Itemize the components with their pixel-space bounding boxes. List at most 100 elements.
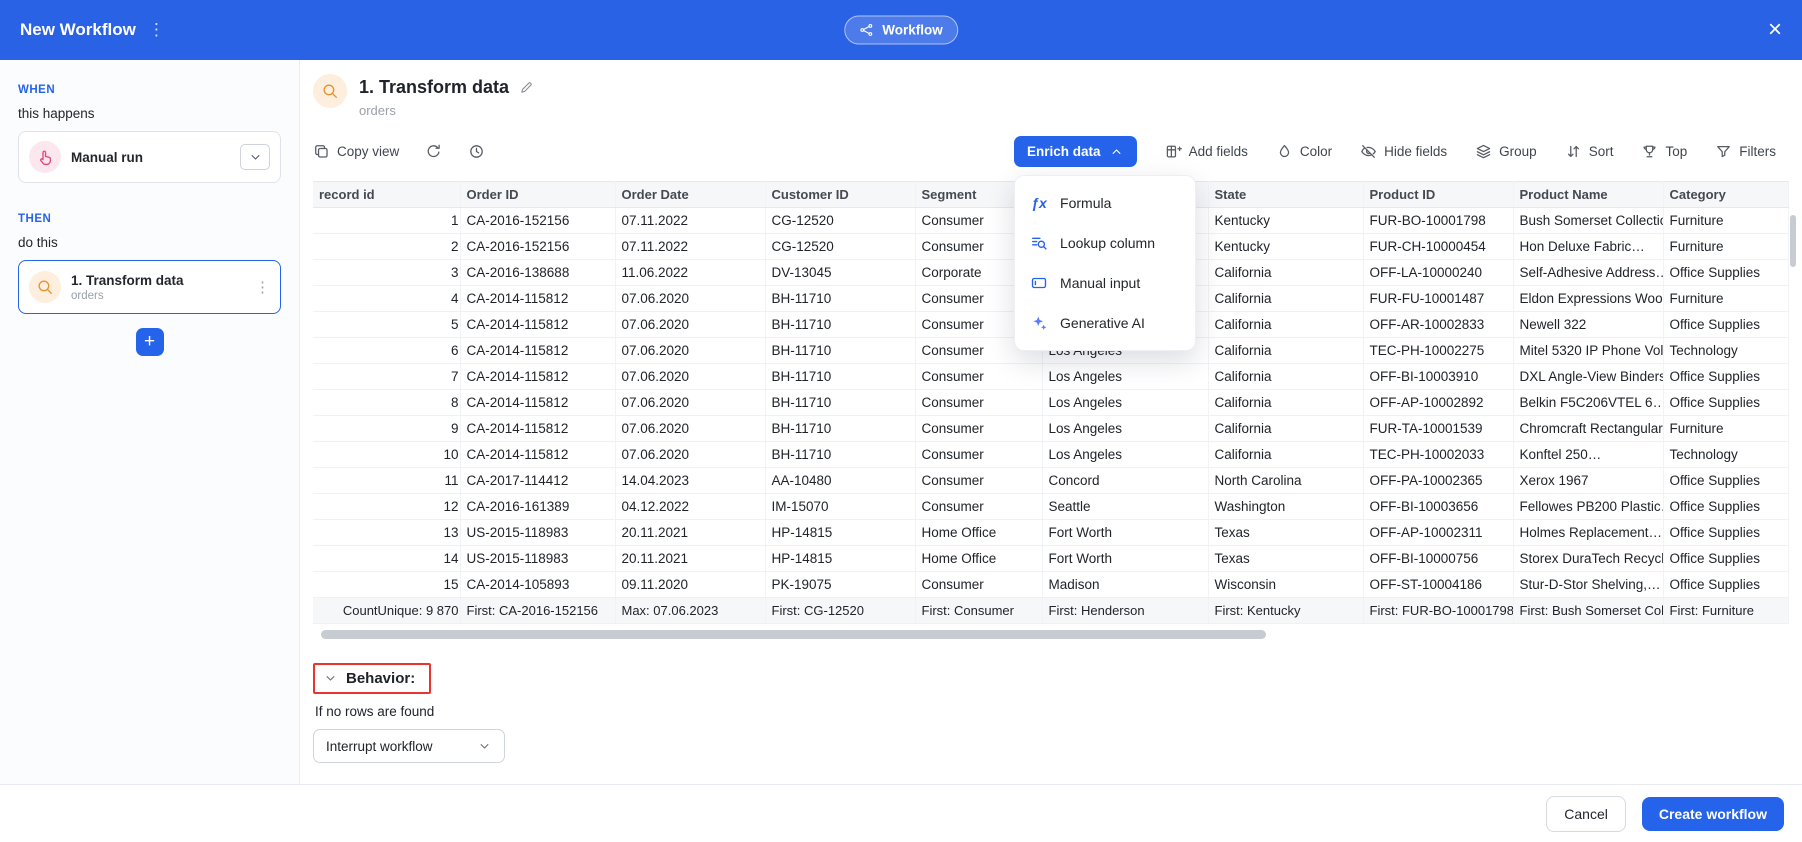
table-cell[interactable]: Office Supplies bbox=[1663, 572, 1788, 598]
table-cell[interactable]: FUR-CH-10000454 bbox=[1363, 234, 1513, 260]
table-cell[interactable]: OFF-AP-10002892 bbox=[1363, 390, 1513, 416]
table-cell[interactable]: PK-19075 bbox=[765, 572, 915, 598]
table-cell[interactable]: Office Supplies bbox=[1663, 260, 1788, 286]
table-cell[interactable]: Office Supplies bbox=[1663, 364, 1788, 390]
table-cell[interactable]: Self-Adhesive Address… bbox=[1513, 260, 1663, 286]
table-cell[interactable]: Xerox 1967 bbox=[1513, 468, 1663, 494]
table-cell[interactable]: CA-2016-152156 bbox=[460, 234, 615, 260]
top-button[interactable]: Top bbox=[1641, 143, 1687, 160]
table-cell[interactable]: OFF-ST-10004186 bbox=[1363, 572, 1513, 598]
table-cell[interactable]: Eldon Expressions Woo… bbox=[1513, 286, 1663, 312]
table-cell[interactable]: Consumer bbox=[915, 572, 1042, 598]
table-cell[interactable]: Madison bbox=[1042, 572, 1208, 598]
table-cell[interactable]: HP-14815 bbox=[765, 546, 915, 572]
table-cell[interactable]: Wisconsin bbox=[1208, 572, 1363, 598]
table-cell[interactable]: 20.11.2021 bbox=[615, 546, 765, 572]
table-cell[interactable]: FUR-FU-10001487 bbox=[1363, 286, 1513, 312]
table-cell[interactable]: FUR-TA-10001539 bbox=[1363, 416, 1513, 442]
table-cell[interactable]: OFF-BI-10003656 bbox=[1363, 494, 1513, 520]
table-cell[interactable]: FUR-BO-10001798 bbox=[1363, 208, 1513, 234]
table-cell[interactable]: California bbox=[1208, 364, 1363, 390]
table-cell[interactable]: Office Supplies bbox=[1663, 390, 1788, 416]
column-header[interactable]: record id bbox=[313, 182, 460, 208]
table-cell[interactable]: CA-2014-105893 bbox=[460, 572, 615, 598]
table-cell[interactable]: OFF-BI-10000756 bbox=[1363, 546, 1513, 572]
table-cell[interactable]: CA-2017-114412 bbox=[460, 468, 615, 494]
table-cell[interactable]: Consumer bbox=[915, 468, 1042, 494]
refresh-button[interactable] bbox=[425, 143, 442, 160]
column-header[interactable]: Order Date bbox=[615, 182, 765, 208]
table-cell[interactable]: CA-2014-115812 bbox=[460, 416, 615, 442]
column-header[interactable]: Product ID bbox=[1363, 182, 1513, 208]
table-cell[interactable]: 14 bbox=[313, 546, 460, 572]
table-cell[interactable]: Fort Worth bbox=[1042, 546, 1208, 572]
table-cell[interactable]: CA-2014-115812 bbox=[460, 338, 615, 364]
menu-item-generative-ai[interactable]: Generative AI bbox=[1015, 303, 1195, 343]
table-cell[interactable]: DXL Angle-View Binders… bbox=[1513, 364, 1663, 390]
table-cell[interactable]: TEC-PH-10002275 bbox=[1363, 338, 1513, 364]
table-cell[interactable]: Newell 322 bbox=[1513, 312, 1663, 338]
table-cell[interactable]: Consumer bbox=[915, 390, 1042, 416]
table-cell[interactable]: 8 bbox=[313, 390, 460, 416]
table-cell[interactable]: Texas bbox=[1208, 520, 1363, 546]
history-button[interactable] bbox=[468, 143, 485, 160]
column-header[interactable]: Customer ID bbox=[765, 182, 915, 208]
table-cell[interactable]: 07.06.2020 bbox=[615, 338, 765, 364]
table-cell[interactable]: Texas bbox=[1208, 546, 1363, 572]
table-cell[interactable]: California bbox=[1208, 312, 1363, 338]
table-cell[interactable]: BH-11710 bbox=[765, 390, 915, 416]
table-cell[interactable]: CG-12520 bbox=[765, 208, 915, 234]
table-cell[interactable]: Chromcraft Rectangular… bbox=[1513, 416, 1663, 442]
table-cell[interactable]: 6 bbox=[313, 338, 460, 364]
table-cell[interactable]: Office Supplies bbox=[1663, 468, 1788, 494]
create-workflow-button[interactable]: Create workflow bbox=[1642, 797, 1784, 831]
table-cell[interactable]: 07.06.2020 bbox=[615, 312, 765, 338]
table-cell[interactable]: Los Angeles bbox=[1042, 442, 1208, 468]
table-cell[interactable]: HP-14815 bbox=[765, 520, 915, 546]
table-cell[interactable]: 4 bbox=[313, 286, 460, 312]
table-cell[interactable]: Bush Somerset Collectio… bbox=[1513, 208, 1663, 234]
table-cell[interactable]: US-2015-118983 bbox=[460, 520, 615, 546]
column-header[interactable]: Order ID bbox=[460, 182, 615, 208]
table-cell[interactable]: DV-13045 bbox=[765, 260, 915, 286]
table-cell[interactable]: Kentucky bbox=[1208, 208, 1363, 234]
table-cell[interactable]: 12 bbox=[313, 494, 460, 520]
table-cell[interactable]: Stur-D-Stor Shelving,… bbox=[1513, 572, 1663, 598]
table-cell[interactable]: US-2015-118983 bbox=[460, 546, 615, 572]
cancel-button[interactable]: Cancel bbox=[1546, 796, 1626, 832]
table-cell[interactable]: Washington bbox=[1208, 494, 1363, 520]
table-cell[interactable]: 10 bbox=[313, 442, 460, 468]
table-cell[interactable]: 7 bbox=[313, 364, 460, 390]
table-cell[interactable]: CA-2016-138688 bbox=[460, 260, 615, 286]
horizontal-scrollbar[interactable] bbox=[321, 630, 1266, 639]
table-cell[interactable]: Home Office bbox=[915, 546, 1042, 572]
column-header[interactable]: Category bbox=[1663, 182, 1788, 208]
table-cell[interactable]: Hon Deluxe Fabric… bbox=[1513, 234, 1663, 260]
table-cell[interactable]: CA-2016-161389 bbox=[460, 494, 615, 520]
menu-item-lookup-column[interactable]: Lookup column bbox=[1015, 223, 1195, 263]
workflow-tab[interactable]: Workflow bbox=[844, 16, 958, 45]
enrich-data-button[interactable]: Enrich data bbox=[1014, 136, 1137, 167]
dots-vertical-icon[interactable]: ⋮ bbox=[148, 20, 165, 40]
add-step-button[interactable]: + bbox=[136, 328, 164, 356]
table-cell[interactable]: CA-2014-115812 bbox=[460, 390, 615, 416]
table-cell[interactable]: 2 bbox=[313, 234, 460, 260]
trigger-select[interactable] bbox=[240, 144, 270, 170]
table-cell[interactable]: OFF-AR-10002833 bbox=[1363, 312, 1513, 338]
add-fields-button[interactable]: Add fields bbox=[1165, 143, 1248, 160]
table-cell[interactable]: 11 bbox=[313, 468, 460, 494]
table-cell[interactable]: North Carolina bbox=[1208, 468, 1363, 494]
close-icon[interactable]: × bbox=[1768, 18, 1782, 42]
table-cell[interactable]: Consumer bbox=[915, 364, 1042, 390]
table-cell[interactable]: OFF-BI-10003910 bbox=[1363, 364, 1513, 390]
table-cell[interactable]: 09.11.2020 bbox=[615, 572, 765, 598]
table-cell[interactable]: Office Supplies bbox=[1663, 520, 1788, 546]
table-cell[interactable]: Home Office bbox=[915, 520, 1042, 546]
table-cell[interactable]: CG-12520 bbox=[765, 234, 915, 260]
table-cell[interactable]: California bbox=[1208, 442, 1363, 468]
table-cell[interactable]: 5 bbox=[313, 312, 460, 338]
table-cell[interactable]: Holmes Replacement… bbox=[1513, 520, 1663, 546]
table-cell[interactable]: Konftel 250… bbox=[1513, 442, 1663, 468]
trigger-card-manual-run[interactable]: Manual run bbox=[18, 131, 281, 183]
table-cell[interactable]: 1 bbox=[313, 208, 460, 234]
